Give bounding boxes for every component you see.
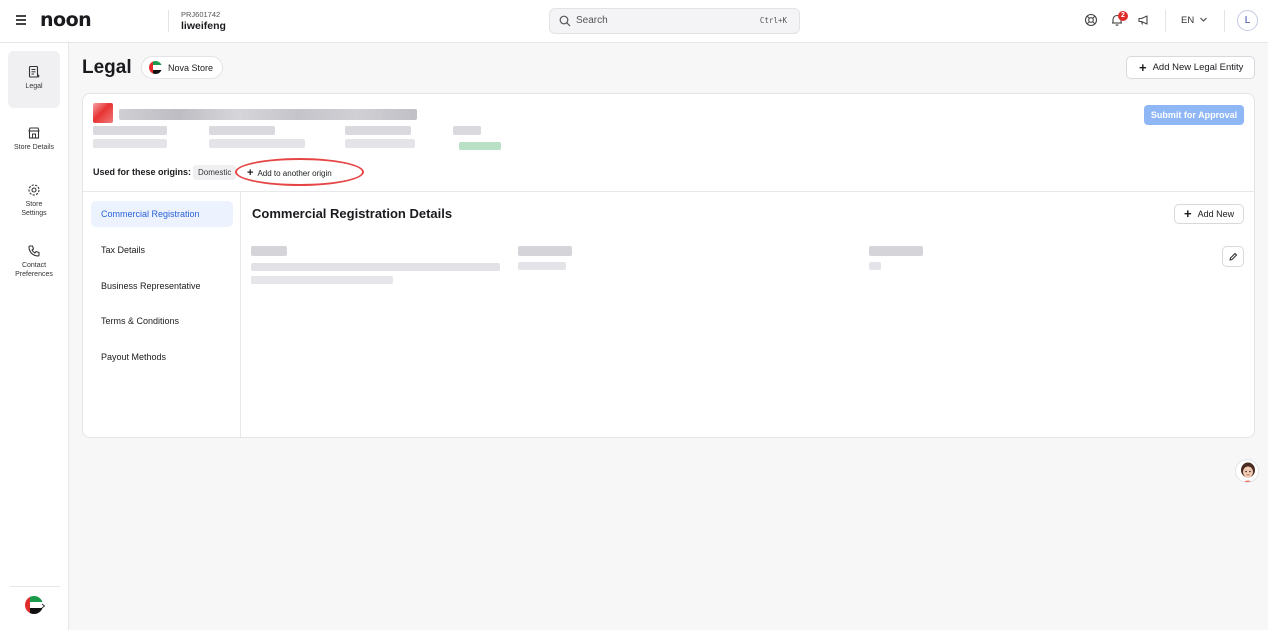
phone-icon — [28, 245, 40, 257]
user-avatar[interactable]: L — [1237, 10, 1258, 31]
store-chip[interactable]: Nova Store — [141, 56, 224, 79]
sidebar-item-label: Contact Preferences — [15, 262, 53, 278]
gear-icon — [28, 184, 40, 196]
sidebar-item-store-settings[interactable]: Store Settings — [8, 183, 60, 218]
redacted-field — [345, 126, 411, 135]
header-divider — [1165, 10, 1166, 32]
subnav-divider — [240, 192, 241, 437]
submit-for-approval-button[interactable]: Submit for Approval — [1144, 105, 1244, 125]
redacted-field — [518, 246, 572, 256]
search-input[interactable]: Search Ctrl+K — [549, 8, 800, 34]
chevron-down-icon[interactable] — [1199, 15, 1208, 24]
add-legal-entity-button[interactable]: + Add New Legal Entity — [1126, 56, 1255, 79]
edit-button[interactable] — [1222, 246, 1244, 267]
language-selector[interactable]: EN — [1181, 15, 1194, 26]
assistant-avatar[interactable] — [1235, 459, 1259, 483]
plus-icon: + — [1184, 206, 1192, 221]
add-new-label: Add New — [1197, 209, 1235, 219]
redacted-field — [869, 262, 881, 270]
sidebar-item-label: Legal — [25, 83, 43, 90]
redacted-field — [209, 126, 275, 135]
sidebar-divider — [10, 586, 60, 587]
sidebar-item-label: Store Settings — [21, 201, 47, 217]
subnav-terms-conditions[interactable]: Terms & Conditions — [91, 308, 233, 334]
sidebar-item-label: Store Details — [13, 144, 55, 151]
page-title: Legal — [82, 57, 132, 78]
legal-entity-card: Submit for Approval Used for these origi… — [82, 93, 1255, 438]
store-icon — [28, 127, 40, 139]
chevron-right-icon — [41, 603, 46, 609]
notification-badge: 2 — [1118, 11, 1128, 21]
subnav-business-representative[interactable]: Business Representative — [91, 273, 233, 299]
entity-logo — [93, 103, 113, 123]
document-icon — [28, 65, 40, 78]
search-icon — [559, 15, 571, 27]
sidebar: Legal Store Details Store Settings Conta… — [0, 43, 69, 630]
add-new-button[interactable]: + Add New — [1174, 204, 1244, 224]
sidebar-item-store-details[interactable]: Store Details — [8, 126, 60, 152]
redacted-entity-name — [119, 109, 417, 120]
subnav-payout-methods[interactable]: Payout Methods — [91, 344, 233, 370]
uae-flag-icon — [149, 61, 162, 74]
top-bar: noon PRJ601742 liweifeng Search Ctrl+K 2… — [0, 0, 1268, 43]
search-placeholder: Search — [576, 15, 608, 26]
project-name: liweifeng — [181, 20, 226, 32]
redacted-field — [251, 246, 287, 256]
help-lifebuoy-icon[interactable] — [1084, 13, 1098, 27]
highlight-annotation — [235, 158, 364, 186]
subnav-tax-details[interactable]: Tax Details — [91, 237, 233, 263]
header-divider — [1224, 10, 1225, 32]
redacted-field — [93, 139, 167, 148]
origins-label: Used for these origins: — [93, 167, 192, 177]
header-divider — [168, 10, 169, 32]
redacted-status — [459, 142, 501, 150]
redacted-field — [251, 276, 393, 284]
subnav-commercial-registration[interactable]: Commercial Registration — [91, 201, 233, 227]
redacted-field — [869, 246, 923, 256]
project-code: PRJ601742 — [181, 10, 221, 19]
add-legal-entity-label: Add New Legal Entity — [1152, 62, 1244, 73]
redacted-field — [518, 262, 566, 270]
menu-icon[interactable] — [16, 15, 26, 25]
pencil-icon — [1229, 252, 1238, 261]
megaphone-icon[interactable] — [1137, 13, 1151, 27]
plus-icon: + — [1139, 59, 1147, 75]
redacted-field — [453, 126, 481, 135]
search-shortcut: Ctrl+K — [759, 16, 787, 25]
sidebar-item-legal[interactable]: Legal — [8, 51, 60, 108]
origin-chip: Domestic — [193, 165, 237, 180]
noon-logo[interactable]: noon — [40, 9, 92, 31]
redacted-field — [209, 139, 305, 148]
store-chip-label: Nova Store — [168, 62, 214, 73]
card-divider — [83, 191, 1254, 192]
redacted-field — [345, 139, 415, 148]
section-title: Commercial Registration Details — [252, 206, 453, 221]
redacted-field — [251, 263, 500, 271]
assistant-face-icon — [1236, 460, 1258, 482]
sidebar-item-contact-preferences[interactable]: Contact Preferences — [4, 244, 64, 279]
project-switcher[interactable]: PRJ601742 liweifeng — [181, 10, 226, 32]
redacted-field — [93, 126, 167, 135]
